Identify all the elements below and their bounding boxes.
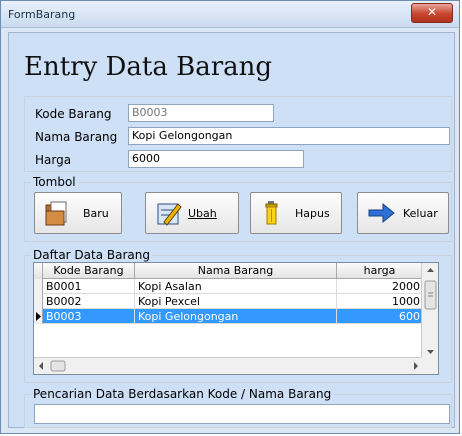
nama-label: Nama Barang	[35, 130, 118, 144]
keluar-label: Keluar	[403, 207, 438, 220]
close-icon: ✕	[426, 5, 438, 19]
kode-label: Kode Barang	[35, 107, 112, 121]
horizontal-scrollbar[interactable]	[34, 357, 423, 374]
row-pointer-icon	[36, 312, 41, 321]
scrollbar-arrows-icon	[39, 360, 418, 372]
kode-field[interactable]: B0003	[128, 104, 274, 122]
column-header-kode[interactable]: Kode Barang	[43, 263, 135, 279]
scroll-corner	[421, 357, 438, 374]
table-cell[interactable]: 1000	[337, 294, 423, 309]
baru-label: Baru	[83, 207, 109, 220]
grid-corner	[34, 263, 43, 279]
column-header-harga[interactable]: harga	[337, 263, 423, 279]
title-bar[interactable]: FormBarang ✕	[1, 1, 459, 28]
table-cell[interactable]: 2000	[337, 279, 423, 294]
table-cell[interactable]: Kopi Asalan	[135, 279, 337, 294]
harga-field[interactable]: 6000	[128, 150, 304, 168]
arrow-right-icon	[368, 202, 395, 224]
window-title: FormBarang	[8, 8, 76, 21]
daftar-legend: Daftar Data Barang	[31, 248, 152, 262]
keluar-button[interactable]: Keluar	[357, 192, 449, 234]
harga-label: Harga	[35, 153, 72, 167]
tombol-legend: Tombol	[31, 175, 78, 189]
folder-icon	[45, 201, 67, 226]
ubah-button[interactable]: Ubah	[145, 192, 239, 234]
hapus-button[interactable]: Hapus	[250, 192, 342, 234]
vertical-scrollbar[interactable]	[421, 263, 438, 359]
ubah-label: Ubah	[188, 207, 217, 220]
row-selector[interactable]	[34, 279, 43, 294]
search-input[interactable]	[34, 404, 450, 424]
table-cell[interactable]: B0002	[43, 294, 135, 309]
row-selector[interactable]	[34, 294, 43, 309]
trash-icon	[265, 201, 278, 225]
close-button[interactable]: ✕	[411, 3, 453, 23]
hapus-label: Hapus	[295, 207, 330, 220]
page-title: Entry Data Barang	[24, 52, 273, 82]
baru-button[interactable]: Baru	[34, 192, 122, 234]
table-cell[interactable]: Kopi Gelongongan	[135, 309, 337, 324]
edit-icon	[157, 203, 182, 226]
scrollbar-arrows-icon	[424, 268, 437, 354]
table-cell[interactable]: Kopi Pexcel	[135, 294, 337, 309]
table-cell[interactable]: 600	[337, 309, 423, 324]
nama-field[interactable]: Kopi Gelongongan	[128, 127, 450, 145]
table-cell[interactable]: B0001	[43, 279, 135, 294]
data-grid[interactable]: Kode Barang Nama Barang harga B0001 Kopi…	[33, 262, 439, 375]
column-header-nama[interactable]: Nama Barang	[135, 263, 337, 279]
current-row-indicator[interactable]	[34, 309, 43, 324]
search-legend: Pencarian Data Berdasarkan Kode / Nama B…	[31, 387, 334, 401]
table-cell[interactable]: B0003	[43, 309, 135, 324]
